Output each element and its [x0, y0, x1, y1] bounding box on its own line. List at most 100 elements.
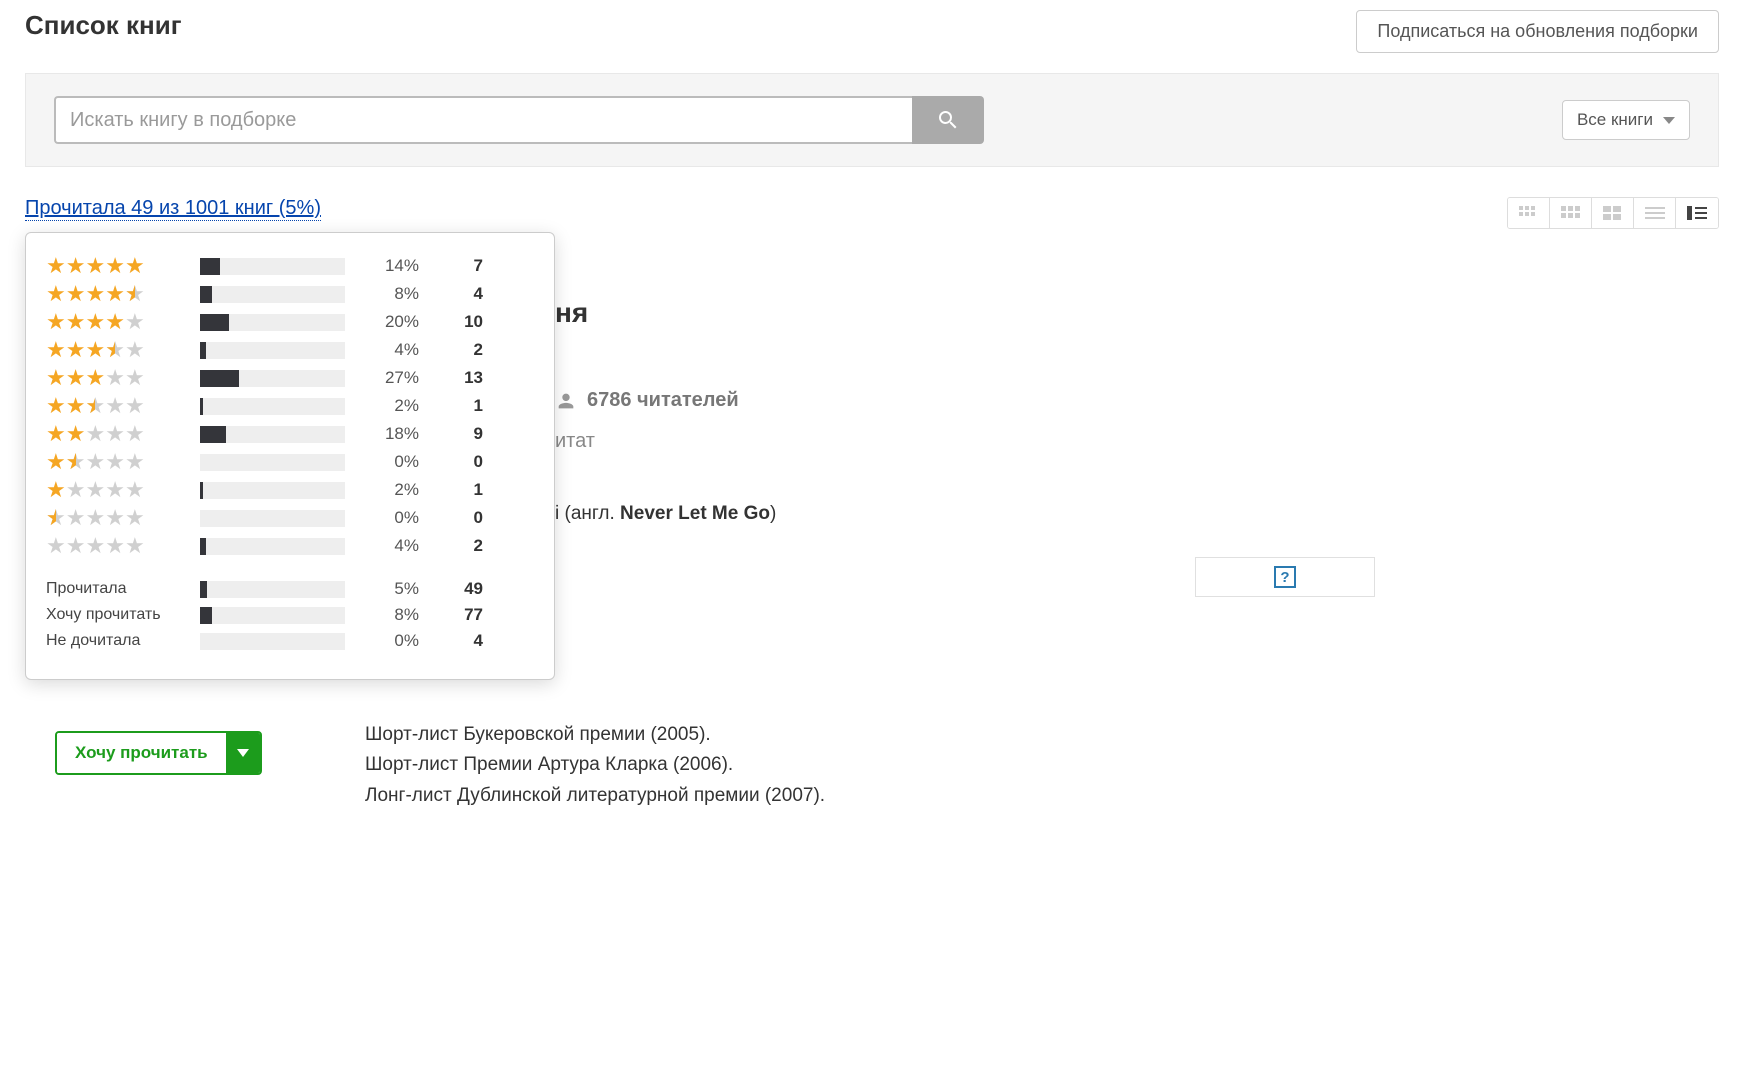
- bar: [200, 286, 345, 303]
- rating-row[interactable]: ★★★★★ 2% 1: [46, 395, 526, 417]
- stars-1.5: ★★★★★: [46, 451, 186, 473]
- stars-2.5: ★★★★★: [46, 395, 186, 417]
- view-grid-small[interactable]: [1508, 198, 1550, 228]
- stars-4.5: ★★★★★: [46, 283, 186, 305]
- progress-link[interactable]: Прочитала 49 из 1001 книг (5%): [25, 197, 321, 221]
- user-icon: [555, 390, 577, 412]
- stars-4: ★★★★★: [46, 311, 186, 333]
- count: 7: [433, 256, 483, 276]
- bar: [200, 633, 345, 650]
- percent: 14%: [359, 256, 419, 276]
- bar: [200, 454, 345, 471]
- award-line: Шорт-лист Премии Артура Кларка (2006).: [365, 750, 1719, 780]
- count: 1: [433, 396, 483, 416]
- book-preview: ня 6786 читателей итат і (англ. Never Le…: [555, 297, 1375, 545]
- search-icon: [936, 108, 960, 132]
- search-button[interactable]: [912, 96, 984, 144]
- rating-row[interactable]: ★★★★★ 4% 2: [46, 339, 526, 361]
- percent: 0%: [359, 452, 419, 472]
- filter-dropdown[interactable]: Все книги: [1562, 100, 1690, 140]
- bar: [200, 482, 345, 499]
- percent: 0%: [359, 508, 419, 528]
- rating-row[interactable]: ★★★★★ 14% 7: [46, 255, 526, 277]
- count: 0: [433, 508, 483, 528]
- readers-count: 6786 читателей: [587, 389, 739, 412]
- percent: 2%: [359, 480, 419, 500]
- bar: [200, 607, 345, 624]
- percent: 18%: [359, 424, 419, 444]
- percent: 8%: [359, 284, 419, 304]
- stars-2: ★★★★★: [46, 423, 186, 445]
- status-row[interactable]: Хочу прочитать8%77: [46, 605, 526, 625]
- grid-med-icon: [1561, 206, 1581, 220]
- stars-0.5: ★★★★★: [46, 507, 186, 529]
- page-title: Список книг: [25, 10, 182, 41]
- count: 2: [433, 536, 483, 556]
- want-to-read-button[interactable]: Хочу прочитать: [57, 733, 226, 773]
- view-list[interactable]: [1634, 198, 1676, 228]
- award-line: Шорт-лист Букеровской премии (2005).: [365, 720, 1719, 750]
- original-title: і (англ. Never Let Me Go): [555, 503, 1375, 525]
- rating-row[interactable]: ★★★★★27%13: [46, 367, 526, 389]
- chevron-down-icon: [1663, 117, 1675, 124]
- status-label: Не дочитала: [46, 632, 186, 650]
- status-label: Прочитала: [46, 580, 186, 598]
- want-to-read-dropdown[interactable]: [226, 733, 260, 773]
- stars-0: ★★★★★: [46, 535, 186, 557]
- bar: [200, 581, 345, 598]
- bar: [200, 538, 345, 555]
- view-switch: [1507, 197, 1719, 229]
- percent: 4%: [359, 340, 419, 360]
- rating-row[interactable]: ★★★★★ 0% 0: [46, 451, 526, 473]
- bar: [200, 398, 345, 415]
- percent: 4%: [359, 536, 419, 556]
- count: 4: [433, 631, 483, 651]
- grid-small-icon: [1519, 206, 1539, 220]
- percent: 27%: [359, 368, 419, 388]
- rating-row[interactable]: ★★★★★ 2% 1: [46, 479, 526, 501]
- stars-1: ★★★★★: [46, 479, 186, 501]
- rating-breakdown-popup: ★★★★★14%7★★★★★8%4★★★★★20%10★★★★★4%2★★★★★…: [25, 232, 555, 680]
- rating-row[interactable]: ★★★★★18%9: [46, 423, 526, 445]
- count: 2: [433, 340, 483, 360]
- percent: 20%: [359, 312, 419, 332]
- quotes-fragment: итат: [555, 430, 1375, 453]
- grid-large-icon: [1603, 206, 1623, 220]
- count: 1: [433, 480, 483, 500]
- count: 13: [433, 368, 483, 388]
- want-to-read: Хочу прочитать: [55, 731, 262, 775]
- percent: 2%: [359, 396, 419, 416]
- view-grid-large[interactable]: [1592, 198, 1634, 228]
- rating-row[interactable]: ★★★★★ 0% 0: [46, 507, 526, 529]
- count: 10: [433, 312, 483, 332]
- view-detail[interactable]: [1676, 198, 1718, 228]
- status-row[interactable]: Прочитала 5% 49: [46, 579, 526, 599]
- count: 4: [433, 284, 483, 304]
- count: 49: [433, 579, 483, 599]
- search-toolbar: Все книги: [25, 73, 1719, 167]
- percent: 0%: [359, 631, 419, 651]
- stars-5: ★★★★★: [46, 255, 186, 277]
- award-line: Лонг-лист Дублинской литературной премии…: [365, 781, 1719, 811]
- search-input[interactable]: [54, 96, 912, 144]
- rating-row[interactable]: ★★★★★ 4% 2: [46, 535, 526, 557]
- rating-row[interactable]: ★★★★★ 20% 10: [46, 311, 526, 333]
- book-title-fragment: ня: [555, 297, 1375, 329]
- rating-row[interactable]: ★★★★★ 8% 4: [46, 283, 526, 305]
- count: 0: [433, 452, 483, 472]
- bar: [200, 342, 345, 359]
- awards-list: Шорт-лист Букеровской премии (2005).Шорт…: [365, 720, 1719, 811]
- bar: [200, 314, 345, 331]
- status-label: Хочу прочитать: [46, 606, 186, 624]
- view-grid-med[interactable]: [1550, 198, 1592, 228]
- subscribe-button[interactable]: Подписаться на обновления подборки: [1356, 10, 1719, 53]
- image-placeholder-icon: ?: [1274, 566, 1296, 588]
- status-row[interactable]: Не дочитала 0% 4: [46, 631, 526, 651]
- bar: [200, 258, 345, 275]
- percent: 5%: [359, 579, 419, 599]
- bar: [200, 370, 345, 387]
- percent: 8%: [359, 605, 419, 625]
- detail-icon: [1687, 206, 1707, 220]
- cover-thumbnail[interactable]: ?: [1195, 557, 1375, 597]
- stars-3.5: ★★★★★: [46, 339, 186, 361]
